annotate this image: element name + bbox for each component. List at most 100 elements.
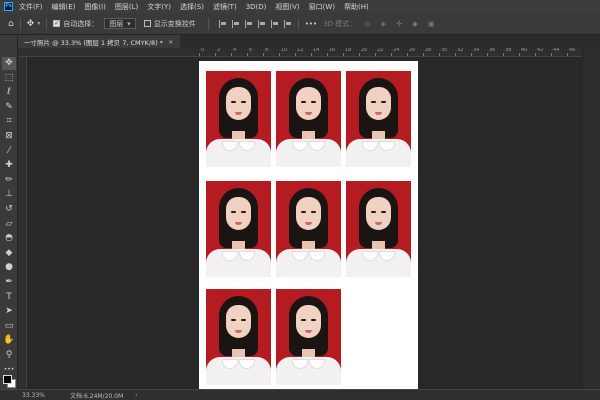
menu-layer[interactable]: 图层(L) [115,2,138,12]
menu-bar: Ps 文件(F) 编辑(E) 图像(I) 图层(L) 文字(Y) 选择(S) 滤… [0,0,600,13]
ruler-label: 8 [265,48,269,53]
ruler-label: 44 [553,48,560,53]
id-photo [206,289,271,385]
ruler-label: 36 [489,48,496,53]
menu-edit[interactable]: 编辑(E) [52,2,76,12]
vertical-ruler [18,57,27,388]
show-transform-label: 显示变换控件 [153,19,196,28]
ruler-label: 28 [425,48,432,53]
menu-file[interactable]: 文件(F) [19,2,43,12]
menu-help[interactable]: 帮助(H) [344,2,369,12]
eraser-tool-icon[interactable]: ▱ [2,218,16,231]
ruler-label: 10 [281,48,288,53]
auto-select-checkbox[interactable]: ✓ [53,20,61,27]
ruler-label: 20 [361,48,368,53]
home-icon[interactable]: ⌂ [8,19,14,29]
id-photo [206,181,271,277]
ruler-label: 34 [473,48,480,53]
id-photo [206,71,271,167]
history-brush-tool-icon[interactable]: ↺ [2,203,16,216]
close-icon[interactable]: × [168,38,173,46]
ruler-label: 26 [409,48,416,53]
document-tab[interactable]: 一寸照片 @ 33.3% (图层 1 拷贝 7, CMYK/8) * × [18,35,180,48]
align-bottom-icon[interactable] [283,19,292,28]
align-right-icon[interactable] [244,19,253,28]
chevron-down-icon: ▾ [127,19,131,28]
menu-select[interactable]: 选择(S) [180,2,204,12]
align-middle-icon[interactable] [270,19,279,28]
ruler-label: 14 [313,48,320,53]
id-photo [276,181,341,277]
menu-type[interactable]: 文字(Y) [147,2,171,12]
ruler-label: 40 [521,48,528,53]
chevron-down-icon[interactable]: ▾ [37,20,40,27]
vertical-scrollbar[interactable] [582,48,600,388]
paint-bucket-tool-icon[interactable]: ◓ [2,232,16,245]
marquee-tool-icon[interactable]: ⬚ [2,72,16,85]
menu-image[interactable]: 图像(I) [84,2,106,12]
brush-tool-icon[interactable]: ✏ [2,174,16,187]
ruler-label: 2 [217,48,221,53]
align-center-icon[interactable] [231,19,240,28]
3d-mode-icons[interactable]: ◎ ◈ ✣ ◆ ▣ [364,20,438,28]
healing-tool-icon[interactable]: ✚ [2,159,16,172]
move-tool-preset-icon[interactable]: ✥ [27,19,35,29]
horizontal-ruler: 0 2 4 6 8 10 12 14 16 18 20 22 24 26 28 30 32 34 36 38 40 42 4… [18,48,582,57]
more-options-button[interactable]: ••• [305,20,317,28]
ruler-label: 24 [393,48,400,53]
divider [297,17,299,30]
ruler-label: 22 [377,48,384,53]
menu-window[interactable]: 窗口(W) [309,2,335,12]
stamp-tool-icon[interactable]: ⊥ [2,188,16,201]
divider [207,17,209,30]
id-photo [346,71,411,167]
ruler-label: 18 [345,48,352,53]
tools-panel: ✥ ⬚ ℓ ✎ ⌗ ⊠ ⁄ ✚ ✏ ⊥ ↺ ▱ ◓ ◆ ● ✒ T ➤ ▭ ✋ ⚲ ••• [0,35,18,389]
frame-tool-icon[interactable]: ⊠ [2,130,16,143]
shape-tool-icon[interactable]: ▭ [2,320,16,333]
photoshop-logo-icon: Ps [4,2,13,11]
hand-tool-icon[interactable]: ✋ [2,334,16,347]
ruler-label: 12 [297,48,304,53]
status-bar: 33.33% 文档:6.24M/20.0M › [0,389,600,400]
id-photo [276,71,341,167]
document-tab-bar: 一寸照片 @ 33.3% (图层 1 拷贝 7, CMYK/8) * × [18,35,600,48]
foreground-color-swatch[interactable] [3,375,12,384]
move-tool-icon[interactable]: ✥ [2,57,16,70]
document-canvas[interactable] [199,61,418,390]
align-top-icon[interactable] [257,19,266,28]
menu-3d[interactable]: 3D(D) [246,3,267,11]
blur-tool-icon[interactable]: ◆ [2,247,16,260]
ruler-label: 6 [249,48,253,53]
mode-3d-label: 3D 模式： [323,19,357,28]
quick-select-tool-icon[interactable]: ✎ [2,101,16,114]
auto-select-target-value: 图层 [109,19,124,28]
ruler-label: 46 [569,48,576,53]
menu-view[interactable]: 视图(V) [275,2,299,12]
auto-select-label: 自动选择： [63,19,99,28]
ruler-label: 0 [201,48,205,53]
dodge-tool-icon[interactable]: ● [2,261,16,274]
divider [19,17,21,30]
align-buttons [218,19,292,28]
document-tab-title: 一寸照片 @ 33.3% (图层 1 拷贝 7, CMYK/8) * [24,38,164,47]
ruler-label: 4 [233,48,237,53]
ruler-label: 16 [329,48,336,53]
zoom-level[interactable]: 33.33% [22,392,50,399]
zoom-tool-icon[interactable]: ⚲ [2,349,16,362]
pen-tool-icon[interactable]: ✒ [2,276,16,289]
align-left-icon[interactable] [218,19,227,28]
auto-select-target-dropdown[interactable]: 图层 ▾ [104,18,136,29]
eyedropper-tool-icon[interactable]: ⁄ [2,145,16,158]
ruler-label: 38 [505,48,512,53]
show-transform-checkbox[interactable] [143,20,151,27]
type-tool-icon[interactable]: T [2,291,16,304]
divider [46,17,48,30]
lasso-tool-icon[interactable]: ℓ [2,86,16,99]
menu-filter[interactable]: 滤镜(T) [213,2,237,12]
chevron-right-icon[interactable]: › [135,392,137,399]
crop-tool-icon[interactable]: ⌗ [2,115,16,128]
ruler-label: 32 [457,48,464,53]
path-select-tool-icon[interactable]: ➤ [2,305,16,318]
id-photo [276,289,341,385]
